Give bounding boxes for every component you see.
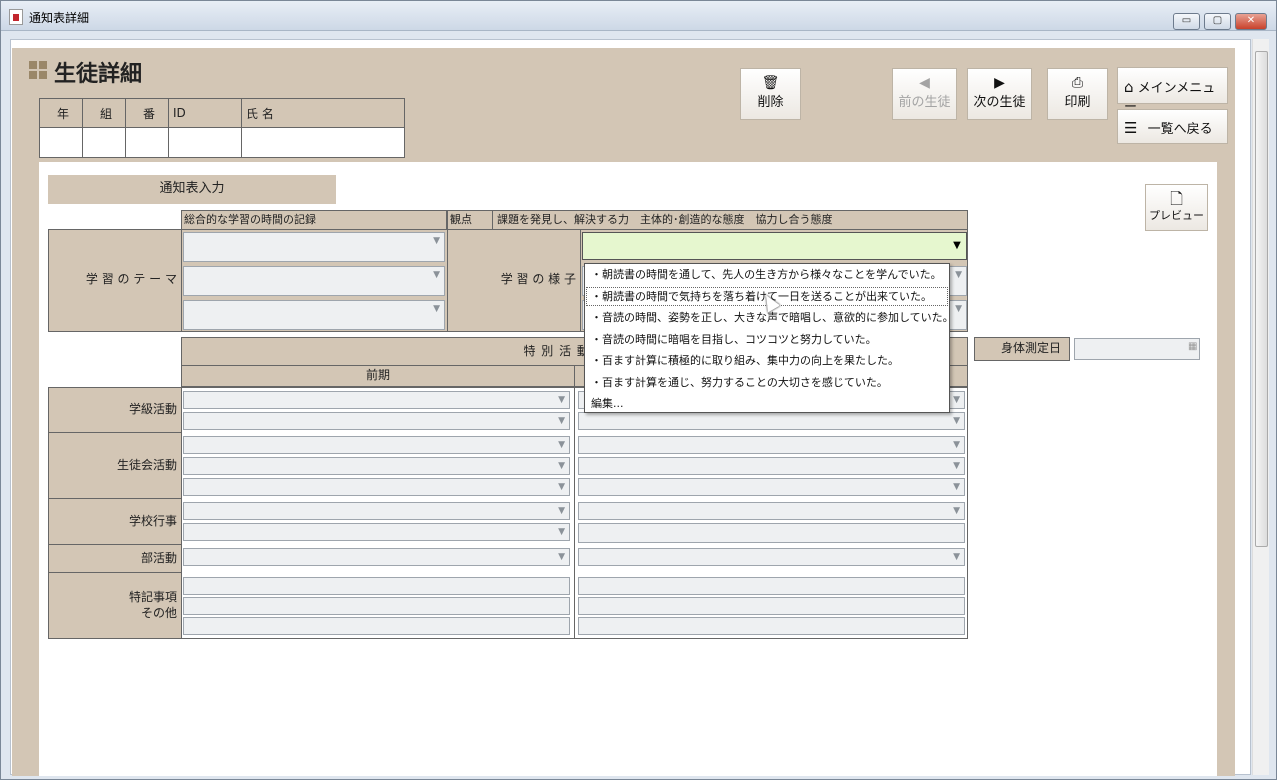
id-value[interactable] — [168, 127, 242, 158]
council-second-1[interactable] — [578, 436, 965, 454]
content-panel: 通知表入力 🗋 プレビュー 総合的な学習の時間の記録 観点 課題を発見し、解決す… — [39, 162, 1217, 776]
dropdown-option[interactable]: ・百ます計算に積極的に取り組み、集中力の向上を果たした。 — [585, 350, 949, 372]
class-activity-first-2[interactable] — [183, 412, 570, 430]
notes-second-3[interactable] — [578, 617, 965, 635]
club-first[interactable] — [183, 548, 570, 566]
list-back-button[interactable]: ☰ 一覧へ戻る — [1117, 109, 1228, 144]
application-window: 通知表詳細 ▭ ▢ ✕ 生徒詳細 年 組 番 ID 氏 名 🗑 削除 ◀ 前の生… — [0, 0, 1277, 780]
name-value[interactable] — [241, 127, 405, 158]
event-first-1[interactable] — [183, 502, 570, 520]
theme-combo-2[interactable] — [183, 266, 445, 296]
council-first-3[interactable] — [183, 478, 570, 496]
trash-icon: 🗑 — [761, 75, 780, 91]
window-title: 通知表詳細 — [29, 11, 90, 25]
name-header: 氏 名 — [241, 98, 405, 128]
viewpoints-text: 課題を発見し、解決する力 主体的･創造的な態度 協力し合う態度 — [492, 210, 968, 230]
row-label-club: 部活動 — [48, 544, 182, 573]
notes-first-2[interactable] — [183, 597, 570, 615]
preview-label: プレビュー — [1149, 209, 1204, 222]
grade-value[interactable] — [39, 127, 83, 158]
dropdown-option[interactable]: ・朝読書の時間を通して、先人の生き方から様々なことを学んでいた。 — [585, 264, 949, 286]
delete-button[interactable]: 🗑 削除 — [740, 68, 801, 120]
event-first-2[interactable] — [183, 523, 570, 541]
row-label-class-activities: 学級活動 — [48, 387, 182, 433]
calendar-icon[interactable]: ▦ — [1188, 341, 1197, 352]
integrated-header: 総合的な学習の時間の記録 — [181, 210, 447, 230]
print-label: 印刷 — [1064, 95, 1091, 110]
student-info-table: 年 組 番 ID 氏 名 — [39, 98, 405, 158]
section-title: 通知表入力 — [48, 175, 336, 204]
council-first-1[interactable] — [183, 436, 570, 454]
prev-arrow-icon: ◀ — [919, 75, 930, 91]
body-measure-date-field[interactable] — [1074, 338, 1200, 360]
row-label-notes: 特記事項 その他 — [48, 572, 182, 639]
theme-combo-1[interactable] — [183, 232, 445, 262]
first-term-header: 前期 — [181, 365, 575, 387]
class-activity-first-1[interactable] — [183, 391, 570, 409]
class-value[interactable] — [82, 127, 126, 158]
app-icon — [9, 9, 23, 25]
vertical-scrollbar[interactable] — [1252, 39, 1269, 775]
state-label: 学 習 の 様 子 — [447, 229, 581, 332]
state-combo-active[interactable]: ▼ — [582, 232, 967, 260]
main-menu-button[interactable]: ⌂ メインメニュー — [1117, 67, 1228, 115]
next-label: 次の生徒 — [973, 95, 1026, 110]
council-second-2[interactable] — [578, 457, 965, 475]
notes-first-3[interactable] — [183, 617, 570, 635]
council-second-3[interactable] — [578, 478, 965, 496]
notes-second-2[interactable] — [578, 597, 965, 615]
preview-button[interactable]: 🗋 プレビュー — [1145, 184, 1208, 231]
list-icon: ☰ — [1124, 119, 1138, 137]
event-second-1[interactable] — [578, 502, 965, 520]
dropdown-option[interactable]: ・百ます計算を通じ、努力することの大切さを感じていた。 — [585, 372, 949, 394]
body-measure-label: 身体測定日 — [974, 337, 1070, 361]
title-bar: 通知表詳細 ▭ ▢ ✕ — [1, 1, 1276, 31]
prev-student-button[interactable]: ◀ 前の生徒 — [892, 68, 957, 120]
id-header: ID — [168, 98, 242, 128]
document-icon: 🗋 — [1170, 189, 1183, 208]
page-title: 生徒詳細 — [54, 62, 143, 87]
event-second-2[interactable] — [578, 523, 965, 543]
next-arrow-icon: ▶ — [994, 75, 1005, 91]
prev-label: 前の生徒 — [898, 95, 951, 110]
viewpoint-label: 観点 — [447, 210, 493, 230]
print-button[interactable]: ⎙ 印刷 — [1047, 68, 1108, 120]
number-header: 番 — [125, 98, 169, 128]
council-first-2[interactable] — [183, 457, 570, 475]
delete-label: 削除 — [757, 95, 784, 110]
header-band: 生徒詳細 年 組 番 ID 氏 名 🗑 削除 ◀ 前の生徒 ▶ 次の生徒 ⎙ 印… — [12, 48, 1235, 162]
state-dropdown-list: ・朝読書の時間を通して、先人の生き方から様々なことを学んでいた。 ・朝読書の時間… — [584, 263, 950, 413]
dropdown-edit-option[interactable]: 編集... — [585, 393, 949, 415]
notes-first-1[interactable] — [183, 577, 570, 595]
row-label-school-events: 学校行事 — [48, 498, 182, 545]
dropdown-option[interactable]: ・音読の時間に暗唱を目指し、コツコツと努力していた。 — [585, 329, 949, 351]
grade-header: 年 — [39, 98, 83, 128]
maximize-button[interactable]: ▢ — [1204, 13, 1231, 30]
client-area: 生徒詳細 年 組 番 ID 氏 名 🗑 削除 ◀ 前の生徒 ▶ 次の生徒 ⎙ 印… — [10, 39, 1251, 776]
theme-combo-3[interactable] — [183, 300, 445, 330]
list-back-label: 一覧へ戻る — [1147, 122, 1213, 137]
grid-logo-icon — [29, 61, 47, 79]
class-activity-second-2[interactable] — [578, 412, 965, 430]
theme-label: 学 習 の テ ー マ — [48, 229, 182, 332]
next-student-button[interactable]: ▶ 次の生徒 — [967, 68, 1032, 120]
minimize-button[interactable]: ▭ — [1173, 13, 1200, 30]
row-label-student-council: 生徒会活動 — [48, 432, 182, 499]
home-icon: ⌂ — [1124, 78, 1134, 96]
dropdown-arrow-icon[interactable]: ▼ — [950, 235, 964, 257]
scrollbar-thumb[interactable] — [1255, 51, 1268, 547]
printer-icon: ⎙ — [1071, 75, 1084, 91]
content-band: 通知表入力 🗋 プレビュー 総合的な学習の時間の記録 観点 課題を発見し、解決す… — [12, 162, 1235, 776]
class-header: 組 — [82, 98, 126, 128]
number-value[interactable] — [125, 127, 169, 158]
club-second[interactable] — [578, 548, 965, 566]
close-button[interactable]: ✕ — [1235, 13, 1267, 30]
notes-second-1[interactable] — [578, 577, 965, 595]
